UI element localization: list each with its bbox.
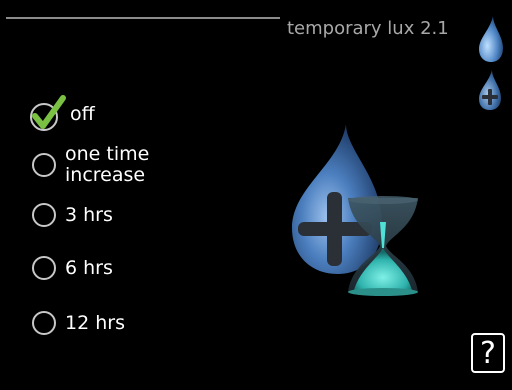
- help-button[interactable]: ?: [471, 333, 505, 373]
- hot-water-timer-icon: [292, 124, 418, 296]
- radio-button[interactable]: [32, 256, 56, 280]
- option-label: off: [70, 102, 95, 125]
- option-label: 3 hrs: [65, 203, 113, 226]
- water-drop-plus-icon: [479, 70, 501, 110]
- radio-button[interactable]: [32, 203, 56, 227]
- option-label: 6 hrs: [65, 256, 113, 279]
- option-6-hrs[interactable]: 6 hrs: [32, 256, 113, 280]
- radio-button[interactable]: [32, 311, 56, 335]
- option-one-time-increase[interactable]: one time increase: [32, 144, 149, 186]
- water-drop-icon: [479, 16, 503, 62]
- header-divider: [6, 17, 280, 19]
- screen-title: temporary lux 2.1: [287, 18, 449, 39]
- option-label: one time increase: [65, 143, 150, 186]
- radio-button[interactable]: [32, 153, 56, 177]
- checkmark-icon: [30, 95, 66, 131]
- option-12-hrs[interactable]: 12 hrs: [32, 311, 125, 335]
- option-label: 12 hrs: [65, 311, 125, 334]
- option-off[interactable]: off: [26, 94, 95, 134]
- option-3-hrs[interactable]: 3 hrs: [32, 203, 113, 227]
